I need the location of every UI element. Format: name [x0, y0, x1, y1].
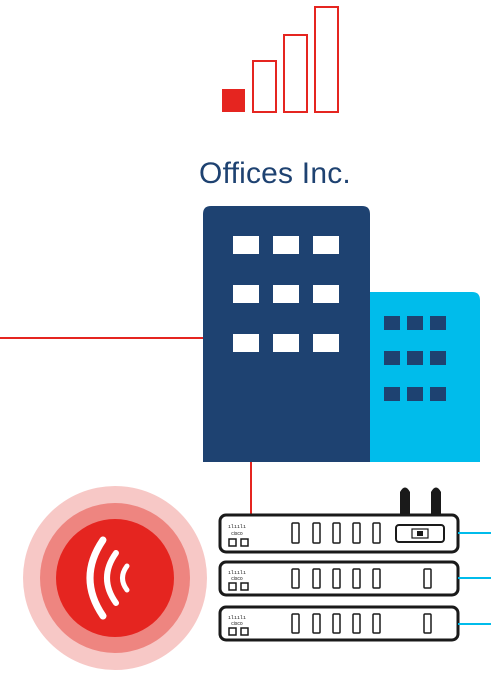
cisco-logo: cisco [231, 621, 243, 627]
cisco-logo-bars: ılıılı [228, 524, 246, 530]
cisco-logo: cisco [231, 531, 243, 537]
network-diagram: ılıılı cisco ılıılı cisco ılıılı cisco [0, 6, 491, 670]
wireless-alert-icon [23, 486, 207, 670]
router-unit[interactable]: ılıılı cisco [218, 560, 460, 597]
sim-slot-icon [395, 524, 445, 543]
building-main-windows [233, 236, 339, 352]
lan-links [458, 532, 491, 625]
signal-bar-3 [283, 34, 308, 113]
signal-strength-icon [222, 6, 339, 113]
company-name: Offices Inc. [199, 157, 351, 190]
signal-bar-1 [222, 89, 245, 112]
signal-bar-2 [252, 60, 277, 113]
alert-core [56, 519, 174, 637]
building-side-windows [384, 316, 446, 401]
router-stack: ılıılı cisco ılıılı cisco ılıılı cisco [218, 513, 460, 642]
cisco-logo: cisco [231, 576, 243, 582]
router-unit[interactable]: ılıılı cisco [218, 605, 460, 642]
office-building-icon [203, 206, 480, 462]
signal-bar-4 [314, 6, 339, 113]
router-unit[interactable]: ılıılı cisco [218, 513, 460, 554]
